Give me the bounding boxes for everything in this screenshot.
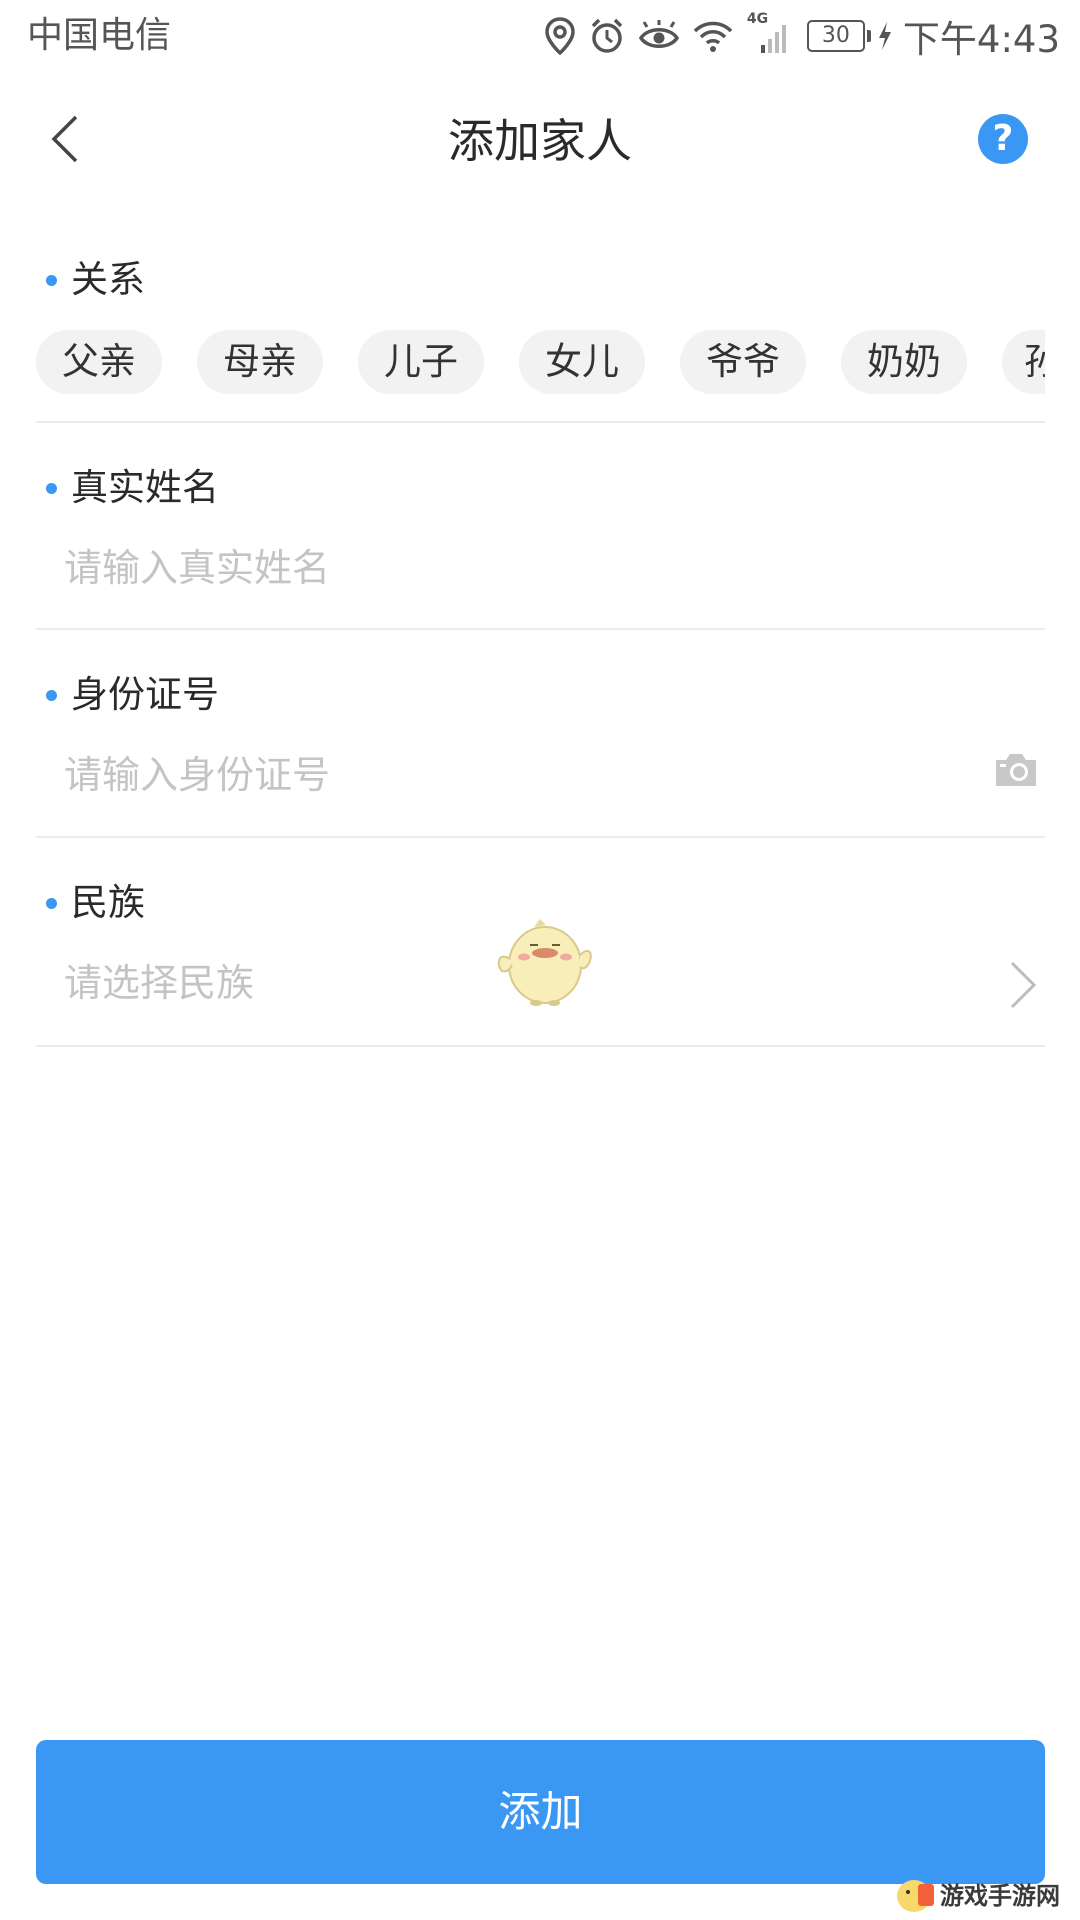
ethnicity-label: 民族 bbox=[36, 878, 145, 928]
watermark-logo-icon bbox=[897, 1880, 934, 1912]
id-label: 身份证号 bbox=[36, 670, 219, 720]
carrier-name: 中国电信 bbox=[27, 15, 172, 56]
divider bbox=[36, 628, 1045, 630]
screen: 中国电信 4G 30 下午4:43 添加家人 ? 关系 父亲 母亲 儿子 女儿 … bbox=[0, 0, 1080, 1920]
network-type: 4G bbox=[746, 11, 769, 27]
relation-chip-daughter[interactable]: 女儿 bbox=[519, 330, 645, 394]
relation-label: 关系 bbox=[36, 255, 145, 305]
clock-time: 下午4:43 bbox=[902, 18, 1060, 61]
required-dot bbox=[46, 897, 57, 909]
charging-icon bbox=[877, 21, 893, 51]
location-icon bbox=[545, 17, 575, 55]
nav-bar: 添加家人 ? bbox=[0, 75, 1080, 205]
page-title: 添加家人 bbox=[448, 114, 632, 168]
alarm-icon bbox=[589, 17, 625, 55]
watermark: 游戏手游网 bbox=[892, 1870, 1072, 1920]
divider bbox=[36, 1045, 1045, 1047]
relation-chip-grandchild[interactable]: 孙 bbox=[1002, 330, 1045, 394]
id-label-text: 身份证号 bbox=[71, 673, 219, 716]
name-label: 真实姓名 bbox=[36, 463, 219, 513]
name-label-text: 真实姓名 bbox=[71, 466, 219, 509]
relation-chip-son[interactable]: 儿子 bbox=[358, 330, 484, 394]
status-icons: 4G 30 下午4:43 bbox=[531, 10, 1060, 62]
id-number-input[interactable] bbox=[64, 745, 884, 805]
relation-chip-grandfather[interactable]: 爷爷 bbox=[680, 330, 806, 394]
relation-chip-mother[interactable]: 母亲 bbox=[197, 330, 323, 394]
ethnicity-select[interactable]: 请选择民族 bbox=[64, 953, 254, 1013]
battery-level: 30 bbox=[806, 20, 865, 52]
relation-chip-list: 父亲 母亲 儿子 女儿 爷爷 奶奶 孙 bbox=[36, 330, 1045, 394]
id-section: 身份证号 bbox=[36, 670, 1045, 840]
name-section: 真实姓名 bbox=[36, 463, 1045, 633]
divider bbox=[36, 836, 1045, 838]
name-input[interactable] bbox=[64, 538, 984, 598]
wifi-icon bbox=[693, 19, 733, 53]
signal-icon: 4G bbox=[747, 11, 791, 55]
camera-icon bbox=[996, 754, 1036, 786]
relation-chip-father[interactable]: 父亲 bbox=[36, 330, 162, 394]
required-dot bbox=[46, 482, 57, 494]
help-button[interactable]: ? bbox=[978, 114, 1028, 164]
required-dot bbox=[46, 689, 57, 701]
chevron-right-icon bbox=[1010, 961, 1037, 1009]
relation-section: 关系 bbox=[36, 255, 1045, 315]
ethnicity-label-text: 民族 bbox=[71, 881, 145, 924]
required-dot bbox=[46, 274, 57, 286]
eye-icon bbox=[638, 19, 679, 53]
scan-id-button[interactable] bbox=[993, 752, 1039, 792]
add-button[interactable]: 添加 bbox=[36, 1740, 1045, 1884]
chick-mascot-icon bbox=[497, 919, 592, 1006]
status-bar: 中国电信 4G 30 下午4:43 bbox=[0, 0, 1080, 75]
battery-icon: 30 bbox=[806, 20, 871, 52]
ethnicity-chevron[interactable] bbox=[1009, 961, 1037, 1013]
divider bbox=[36, 421, 1045, 423]
relation-chip-grandmother[interactable]: 奶奶 bbox=[841, 330, 967, 394]
relation-label-text: 关系 bbox=[71, 258, 145, 301]
watermark-text: 游戏手游网 bbox=[940, 1881, 1060, 1910]
battery-tip bbox=[866, 30, 871, 42]
